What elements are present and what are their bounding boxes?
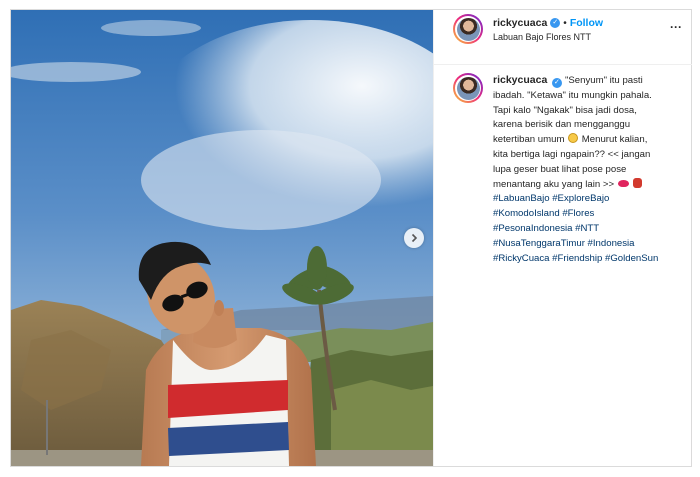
- caption-text-segment: ketertiban umum: [493, 134, 565, 146]
- caption-text-segment: menantang aku yang lain >>: [493, 178, 615, 190]
- location-link[interactable]: Labuan Bajo Flores NTT: [493, 32, 591, 42]
- caption-text: rickycuaca ✓ "Senyum" itu pasti ibadah. "…: [493, 73, 689, 266]
- profile-picture: [456, 76, 480, 100]
- caption-line: rickycuaca ✓ "Senyum" itu pasti: [493, 73, 689, 89]
- caption-line: ketertiban umum Menurut kalian,: [493, 133, 689, 148]
- instagram-post: rickycuaca ✓ • Follow Labuan Bajo Flores…: [10, 9, 692, 467]
- caption-line: lupa geser buat lihat pose pose: [493, 163, 627, 175]
- caption-text-segment: "Senyum" itu pasti: [564, 75, 643, 86]
- caption-line: menantang aku yang lain >>: [493, 177, 689, 193]
- chevron-right-icon: [411, 233, 418, 243]
- hashtag-line[interactable]: #NusaTenggaraTimur #Indonesia: [493, 237, 689, 252]
- tongue-emoji-icon: [633, 177, 643, 188]
- caption-line: Tapi kalo "Ngakak" bisa jadi dosa,: [493, 104, 637, 116]
- more-options-icon[interactable]: ···: [670, 20, 682, 34]
- caption-line: kita bertiga lagi ngapain?? << jangan: [493, 148, 651, 160]
- photo-illustration: [11, 10, 433, 466]
- hashtag-line[interactable]: #PesonaIndonesia #NTT: [493, 222, 689, 237]
- caption-username[interactable]: rickycuaca: [493, 74, 547, 86]
- post-side-panel: rickycuaca ✓ • Follow Labuan Bajo Flores…: [433, 10, 692, 466]
- caption-line: ibadah. "Ketawa" itu mungkin pahala.: [493, 89, 652, 101]
- post-header: rickycuaca ✓ • Follow Labuan Bajo Flores…: [434, 10, 692, 65]
- hashtag-line[interactable]: #KomodoIsland #Flores: [493, 207, 689, 222]
- laughing-emoji-icon: [568, 133, 579, 144]
- avatar[interactable]: [453, 14, 483, 44]
- caption-text-segment: Menurut kalian,: [581, 134, 648, 146]
- hashtag-line[interactable]: #RickyCuaca #Friendship #GoldenSun: [493, 252, 689, 267]
- caption-avatar[interactable]: [453, 73, 483, 103]
- verified-badge-icon: ✓: [550, 18, 561, 28]
- header-username[interactable]: rickycuaca: [493, 17, 547, 29]
- post-photo[interactable]: [11, 10, 433, 466]
- separator-dot: •: [563, 17, 567, 29]
- header-user-row: rickycuaca ✓ • Follow: [493, 17, 603, 29]
- next-photo-button[interactable]: [404, 228, 424, 248]
- caption-line: karena berisik dan mengganggu: [493, 119, 631, 131]
- profile-picture: [456, 17, 480, 41]
- follow-button[interactable]: Follow: [570, 17, 603, 29]
- hashtag-line[interactable]: #LabuanBajo #ExploreBajo: [493, 192, 689, 207]
- verified-badge-icon: ✓: [551, 78, 562, 88]
- lips-emoji-icon: [617, 179, 629, 187]
